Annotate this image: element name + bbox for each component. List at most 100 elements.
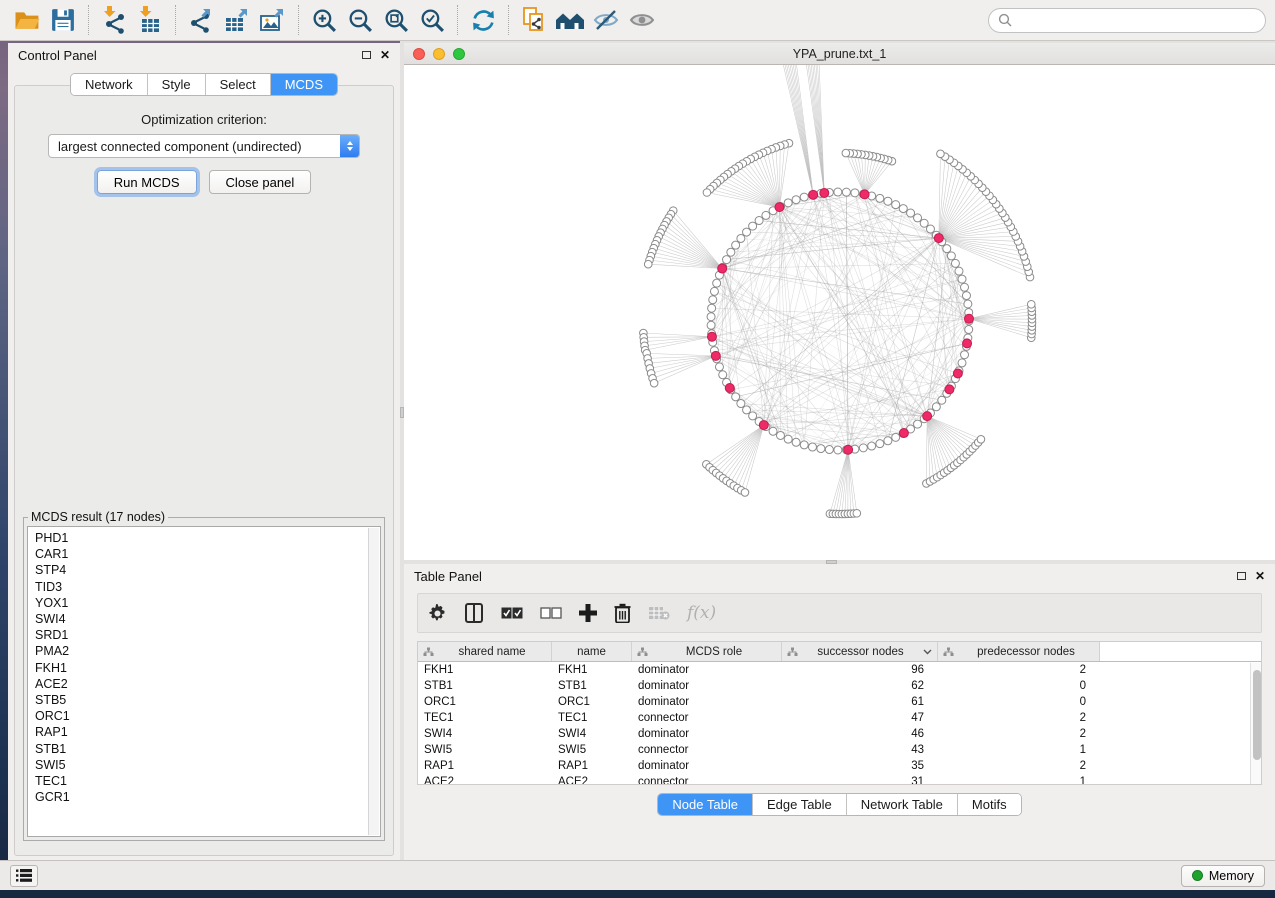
graph-node[interactable] bbox=[907, 209, 915, 217]
refresh-view-button[interactable] bbox=[465, 3, 501, 37]
deselect-all-columns-button[interactable] bbox=[540, 598, 562, 628]
graph-node[interactable] bbox=[749, 412, 757, 420]
graph-hub-node[interactable] bbox=[963, 339, 972, 348]
graph-node[interactable] bbox=[937, 150, 945, 158]
graph-node[interactable] bbox=[808, 443, 816, 451]
mcds-result-item[interactable]: TID3 bbox=[35, 579, 368, 595]
result-list-scrollbar[interactable] bbox=[368, 528, 379, 835]
table-row[interactable]: TEC1TEC1connector472 bbox=[418, 710, 1261, 726]
table-scrollbar[interactable] bbox=[1250, 663, 1261, 784]
table-tab-node-table[interactable]: Node Table bbox=[658, 794, 753, 815]
graph-node[interactable] bbox=[892, 433, 900, 441]
show-columns-button[interactable] bbox=[464, 598, 484, 628]
table-row[interactable]: STB1STB1dominator620 bbox=[418, 678, 1261, 694]
float-window-icon[interactable] bbox=[362, 51, 371, 59]
save-session-button[interactable] bbox=[45, 3, 81, 37]
show-panel-list-button[interactable] bbox=[10, 865, 38, 887]
graph-node[interactable] bbox=[715, 363, 723, 371]
table-tab-motifs[interactable]: Motifs bbox=[958, 794, 1021, 815]
scrollbar-thumb[interactable] bbox=[1253, 670, 1261, 760]
graph-node[interactable] bbox=[965, 326, 973, 334]
zoom-fit-button[interactable] bbox=[378, 3, 414, 37]
close-window-icon[interactable] bbox=[413, 48, 425, 60]
float-window-icon[interactable] bbox=[1237, 572, 1246, 580]
zoom-selected-button[interactable] bbox=[414, 3, 450, 37]
graph-hub-node[interactable] bbox=[945, 385, 954, 394]
graph-node[interactable] bbox=[703, 189, 711, 197]
table-tab-edge-table[interactable]: Edge Table bbox=[753, 794, 847, 815]
graph-node[interactable] bbox=[961, 351, 969, 359]
first-neighbors-button[interactable] bbox=[552, 3, 588, 37]
graph-hub-node[interactable] bbox=[759, 421, 768, 430]
export-network-button[interactable] bbox=[183, 3, 219, 37]
graph-node[interactable] bbox=[868, 442, 876, 450]
graph-node[interactable] bbox=[755, 217, 763, 225]
column-header-shared-name[interactable]: shared name bbox=[418, 642, 552, 661]
graph-node[interactable] bbox=[708, 304, 716, 312]
delete-table-button[interactable] bbox=[648, 598, 670, 628]
graph-node[interactable] bbox=[713, 279, 721, 287]
graph-node[interactable] bbox=[707, 321, 715, 329]
graph-hub-node[interactable] bbox=[860, 190, 869, 199]
graph-node[interactable] bbox=[899, 205, 907, 213]
graph-node[interactable] bbox=[762, 211, 770, 219]
graph-hub-node[interactable] bbox=[725, 384, 734, 393]
mcds-result-item[interactable]: STB5 bbox=[35, 692, 368, 708]
graph-node[interactable] bbox=[951, 259, 959, 267]
mcds-result-item[interactable]: PHD1 bbox=[35, 530, 368, 546]
graph-node[interactable] bbox=[707, 313, 715, 321]
import-table-button[interactable] bbox=[132, 3, 168, 37]
table-row[interactable]: RAP1RAP1dominator352 bbox=[418, 758, 1261, 774]
graph-node[interactable] bbox=[943, 245, 951, 253]
graph-node[interactable] bbox=[961, 283, 969, 291]
delete-columns-button[interactable] bbox=[614, 598, 631, 628]
graph-node[interactable] bbox=[842, 149, 850, 157]
run-mcds-button[interactable]: Run MCDS bbox=[97, 170, 197, 194]
graph-node[interactable] bbox=[719, 371, 727, 379]
graph-node[interactable] bbox=[792, 196, 800, 204]
graph-node[interactable] bbox=[920, 219, 928, 227]
mcds-result-item[interactable]: FKH1 bbox=[35, 660, 368, 676]
close-panel-icon[interactable]: ✕ bbox=[380, 49, 390, 61]
graph-node[interactable] bbox=[727, 248, 735, 256]
zoom-in-button[interactable] bbox=[306, 3, 342, 37]
graph-node[interactable] bbox=[784, 435, 792, 443]
graph-node[interactable] bbox=[784, 199, 792, 207]
graph-node[interactable] bbox=[709, 296, 717, 304]
import-network-button[interactable] bbox=[96, 3, 132, 37]
table-row[interactable]: ACE2ACE2connector311 bbox=[418, 774, 1261, 785]
open-session-button[interactable] bbox=[9, 3, 45, 37]
mcds-result-item[interactable]: SRD1 bbox=[35, 627, 368, 643]
mcds-result-item[interactable]: ORC1 bbox=[35, 708, 368, 724]
graph-hub-node[interactable] bbox=[953, 369, 962, 378]
graph-hub-node[interactable] bbox=[923, 412, 932, 421]
graph-node[interactable] bbox=[962, 292, 970, 300]
graph-node[interactable] bbox=[737, 400, 745, 408]
graph-node[interactable] bbox=[834, 446, 842, 454]
memory-button[interactable]: Memory bbox=[1181, 865, 1265, 887]
graph-node[interactable] bbox=[842, 188, 850, 196]
mcds-result-item[interactable]: STB1 bbox=[35, 741, 368, 757]
graph-node[interactable] bbox=[932, 403, 940, 411]
hide-selected-button[interactable] bbox=[588, 3, 624, 37]
graph-node[interactable] bbox=[723, 256, 731, 264]
add-column-button[interactable] bbox=[579, 598, 597, 628]
optimization-criterion-select[interactable]: largest connected component (undirected) bbox=[48, 134, 360, 158]
graph-node[interactable] bbox=[892, 201, 900, 209]
tab-select[interactable]: Select bbox=[206, 74, 271, 95]
graph-hub-node[interactable] bbox=[775, 203, 784, 212]
column-header-successor-nodes[interactable]: successor nodes bbox=[782, 642, 938, 661]
graph-node[interactable] bbox=[876, 194, 884, 202]
tab-style[interactable]: Style bbox=[148, 74, 206, 95]
graph-node[interactable] bbox=[743, 406, 751, 414]
mcds-result-item[interactable]: PMA2 bbox=[35, 643, 368, 659]
network-canvas[interactable] bbox=[404, 65, 1275, 560]
graph-node[interactable] bbox=[876, 440, 884, 448]
mcds-result-item[interactable]: YOX1 bbox=[35, 595, 368, 611]
mcds-result-item[interactable]: SWI4 bbox=[35, 611, 368, 627]
graph-node[interactable] bbox=[853, 509, 861, 517]
graph-node[interactable] bbox=[650, 379, 658, 387]
graph-node[interactable] bbox=[914, 420, 922, 428]
mcds-result-item[interactable]: RAP1 bbox=[35, 724, 368, 740]
maximize-window-icon[interactable] bbox=[453, 48, 465, 60]
